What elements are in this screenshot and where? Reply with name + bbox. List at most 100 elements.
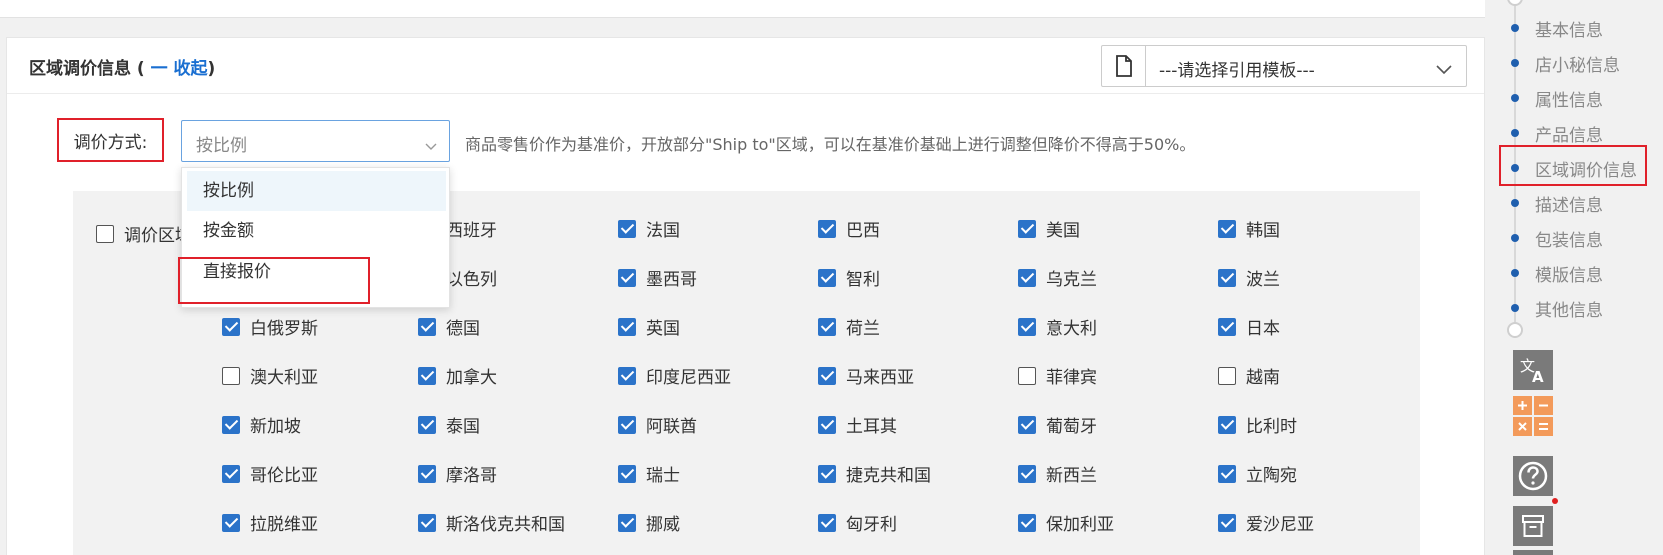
region-checkbox[interactable]: [1218, 513, 1236, 532]
region-checkbox-item[interactable]: 荷兰: [818, 314, 880, 339]
region-checkbox-item[interactable]: 立陶宛: [1218, 461, 1297, 486]
template-select[interactable]: ---请选择引用模板---: [1101, 45, 1467, 87]
region-checkbox[interactable]: [618, 268, 636, 287]
region-checkbox[interactable]: [222, 464, 240, 483]
region-checkbox[interactable]: [222, 366, 240, 385]
toolbar-next-button[interactable]: [1513, 550, 1553, 555]
region-checkbox[interactable]: [418, 317, 436, 336]
nav-item[interactable]: 属性信息: [1495, 83, 1663, 113]
nav-item[interactable]: 店小秘信息: [1495, 48, 1663, 78]
region-checkbox[interactable]: [1018, 366, 1036, 385]
translate-icon[interactable]: 文 A: [1513, 350, 1553, 390]
region-checkbox-item[interactable]: 摩洛哥: [418, 461, 497, 486]
region-checkbox-item[interactable]: 德国: [418, 314, 480, 339]
region-checkbox[interactable]: [1218, 415, 1236, 434]
region-checkbox-item[interactable]: 英国: [618, 314, 680, 339]
dropdown-option-direct-quote[interactable]: 直接报价: [187, 252, 446, 292]
region-checkbox[interactable]: [222, 513, 240, 532]
dropdown-option-amount[interactable]: 按金额: [187, 211, 446, 251]
nav-item[interactable]: 描述信息: [1495, 188, 1663, 218]
region-checkbox[interactable]: [1218, 366, 1236, 385]
nav-item[interactable]: 产品信息: [1495, 118, 1663, 148]
region-checkbox-item[interactable]: 波兰: [1218, 265, 1280, 290]
select-all-regions[interactable]: 调价区域: [96, 221, 192, 246]
region-checkbox-item[interactable]: 印度尼西亚: [618, 363, 731, 388]
region-checkbox[interactable]: [1018, 415, 1036, 434]
region-checkbox[interactable]: [618, 513, 636, 532]
pricing-method-select[interactable]: 按比例: [181, 120, 450, 162]
help-icon[interactable]: [1513, 456, 1553, 496]
region-checkbox[interactable]: [1218, 317, 1236, 336]
region-checkbox-item[interactable]: 美国: [1018, 216, 1080, 241]
region-checkbox[interactable]: [818, 415, 836, 434]
region-checkbox[interactable]: [1218, 268, 1236, 287]
region-checkbox[interactable]: [818, 268, 836, 287]
region-checkbox[interactable]: [1018, 513, 1036, 532]
region-checkbox-item[interactable]: 马来西亚: [818, 363, 914, 388]
region-checkbox-item[interactable]: 巴西: [818, 216, 880, 241]
region-checkbox[interactable]: [1218, 219, 1236, 238]
region-checkbox[interactable]: [1018, 268, 1036, 287]
collapse-link[interactable]: 一 收起: [151, 59, 208, 79]
region-checkbox-item[interactable]: 瑞士: [618, 461, 680, 486]
region-checkbox[interactable]: [418, 464, 436, 483]
region-checkbox-item[interactable]: 新加坡: [222, 412, 301, 437]
region-checkbox-item[interactable]: 澳大利亚: [222, 363, 318, 388]
region-checkbox[interactable]: [418, 366, 436, 385]
region-checkbox-item[interactable]: 墨西哥: [618, 265, 697, 290]
nav-item[interactable]: 其他信息: [1495, 293, 1663, 323]
region-checkbox-item[interactable]: 新西兰: [1018, 461, 1097, 486]
region-checkbox-item[interactable]: 挪威: [618, 510, 680, 535]
region-checkbox[interactable]: [1218, 464, 1236, 483]
region-checkbox-item[interactable]: 韩国: [1218, 216, 1280, 241]
region-checkbox-item[interactable]: 越南: [1218, 363, 1280, 388]
region-checkbox-item[interactable]: 日本: [1218, 314, 1280, 339]
region-checkbox-item[interactable]: 加拿大: [418, 363, 497, 388]
nav-item[interactable]: 模版信息: [1495, 258, 1663, 288]
region-checkbox-item[interactable]: 智利: [818, 265, 880, 290]
region-checkbox[interactable]: [1018, 219, 1036, 238]
region-checkbox-item[interactable]: 比利时: [1218, 412, 1297, 437]
region-checkbox[interactable]: [818, 219, 836, 238]
region-checkbox-item[interactable]: 乌克兰: [1018, 265, 1097, 290]
region-checkbox[interactable]: [618, 415, 636, 434]
region-checkbox-item[interactable]: 阿联酋: [618, 412, 697, 437]
calculator-icon[interactable]: [1513, 396, 1553, 436]
region-checkbox[interactable]: [222, 415, 240, 434]
archive-icon[interactable]: [1513, 506, 1553, 546]
nav-item-label: 包装信息: [1535, 230, 1603, 251]
region-checkbox-item[interactable]: 拉脱维亚: [222, 510, 318, 535]
region-checkbox-item[interactable]: 爱沙尼亚: [1218, 510, 1314, 535]
dropdown-option-ratio[interactable]: 按比例: [187, 171, 446, 211]
region-checkbox-item[interactable]: 意大利: [1018, 314, 1097, 339]
region-checkbox-item[interactable]: 菲律宾: [1018, 363, 1097, 388]
region-checkbox[interactable]: [418, 513, 436, 532]
region-checkbox-item[interactable]: 土耳其: [818, 412, 897, 437]
region-name: 巴西: [846, 221, 880, 241]
region-checkbox[interactable]: [1018, 317, 1036, 336]
region-checkbox-item[interactable]: 匈牙利: [818, 510, 897, 535]
nav-item[interactable]: 包装信息: [1495, 223, 1663, 253]
region-checkbox-item[interactable]: 斯洛伐克共和国: [418, 510, 565, 535]
region-checkbox[interactable]: [818, 366, 836, 385]
region-checkbox[interactable]: [1018, 464, 1036, 483]
region-checkbox[interactable]: [818, 317, 836, 336]
select-all-checkbox[interactable]: [96, 224, 114, 243]
region-checkbox-item[interactable]: 法国: [618, 216, 680, 241]
region-checkbox[interactable]: [818, 513, 836, 532]
region-checkbox[interactable]: [618, 464, 636, 483]
region-checkbox[interactable]: [222, 317, 240, 336]
nav-item[interactable]: 基本信息: [1495, 13, 1663, 43]
region-checkbox-item[interactable]: 泰国: [418, 412, 480, 437]
chevron-down-icon: [1436, 60, 1452, 80]
region-checkbox-item[interactable]: 捷克共和国: [818, 461, 931, 486]
region-checkbox[interactable]: [818, 464, 836, 483]
region-checkbox[interactable]: [418, 415, 436, 434]
region-checkbox-item[interactable]: 保加利亚: [1018, 510, 1114, 535]
region-checkbox-item[interactable]: 哥伦比亚: [222, 461, 318, 486]
region-checkbox[interactable]: [618, 366, 636, 385]
region-checkbox-item[interactable]: 白俄罗斯: [222, 314, 318, 339]
region-checkbox[interactable]: [618, 219, 636, 238]
region-checkbox[interactable]: [618, 317, 636, 336]
region-checkbox-item[interactable]: 葡萄牙: [1018, 412, 1097, 437]
